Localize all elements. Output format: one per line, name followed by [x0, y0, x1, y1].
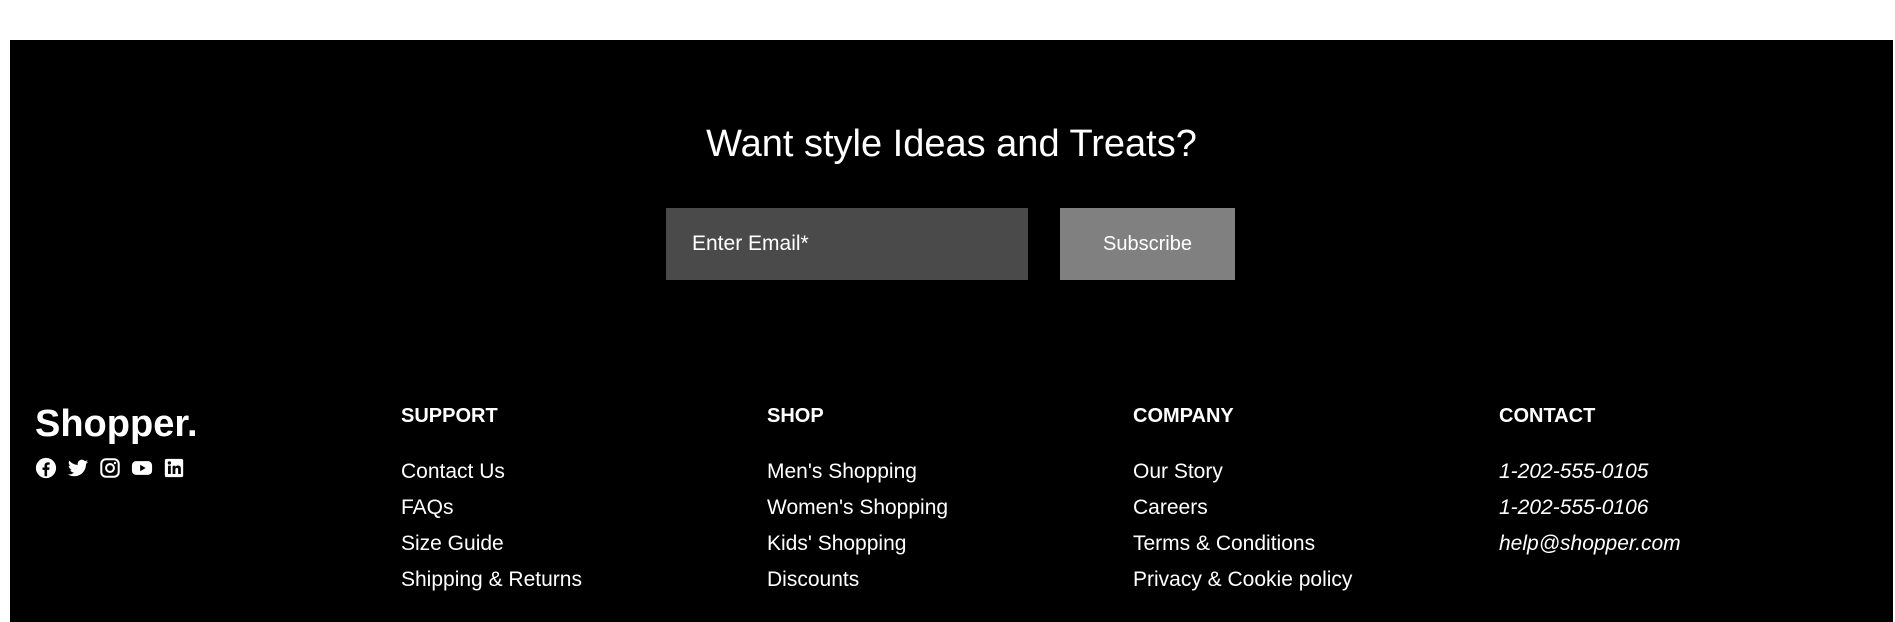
contact-phone-1[interactable]: 1-202-555-0105: [1499, 454, 1681, 490]
shop-link-kids[interactable]: Kids' Shopping: [767, 532, 906, 555]
email-input[interactable]: [666, 208, 1028, 280]
company-link-privacy[interactable]: Privacy & Cookie policy: [1133, 568, 1352, 591]
contact-column: CONTACT 1-202-555-0105 1-202-555-0106 he…: [1499, 406, 1681, 562]
instagram-icon[interactable]: [99, 457, 121, 479]
support-heading: SUPPORT: [401, 405, 498, 427]
support-link-shipping-returns[interactable]: Shipping & Returns: [401, 568, 582, 591]
shop-heading: SHOP: [767, 405, 824, 427]
support-column: SUPPORT Contact Us FAQs Size Guide Shipp…: [401, 406, 582, 598]
support-link-faqs[interactable]: FAQs: [401, 496, 454, 519]
site-footer: Want style Ideas and Treats? Subscribe S…: [10, 40, 1893, 622]
shop-column: SHOP Men's Shopping Women's Shopping Kid…: [767, 406, 948, 598]
company-link-careers[interactable]: Careers: [1133, 496, 1208, 519]
facebook-icon[interactable]: [35, 457, 57, 479]
subscribe-button[interactable]: Subscribe: [1060, 208, 1235, 280]
support-link-size-guide[interactable]: Size Guide: [401, 532, 504, 555]
youtube-icon[interactable]: [131, 457, 153, 479]
newsletter-title: Want style Ideas and Treats?: [706, 123, 1197, 165]
contact-heading: CONTACT: [1499, 405, 1596, 427]
contact-email[interactable]: help@shopper.com: [1499, 526, 1681, 562]
shop-link-womens[interactable]: Women's Shopping: [767, 496, 948, 519]
shop-link-mens[interactable]: Men's Shopping: [767, 460, 917, 483]
contact-phone-2[interactable]: 1-202-555-0106: [1499, 490, 1681, 526]
linkedin-icon[interactable]: [163, 457, 185, 479]
brand-block: Shopper.: [35, 405, 198, 479]
twitter-icon[interactable]: [67, 457, 89, 479]
shop-link-discounts[interactable]: Discounts: [767, 568, 859, 591]
company-heading: COMPANY: [1133, 405, 1234, 427]
support-link-contact-us[interactable]: Contact Us: [401, 460, 505, 483]
company-column: COMPANY Our Story Careers Terms & Condit…: [1133, 406, 1352, 598]
company-link-our-story[interactable]: Our Story: [1133, 460, 1223, 483]
social-links: [35, 457, 198, 479]
brand-logo[interactable]: Shopper.: [35, 405, 198, 443]
company-link-terms[interactable]: Terms & Conditions: [1133, 532, 1315, 555]
